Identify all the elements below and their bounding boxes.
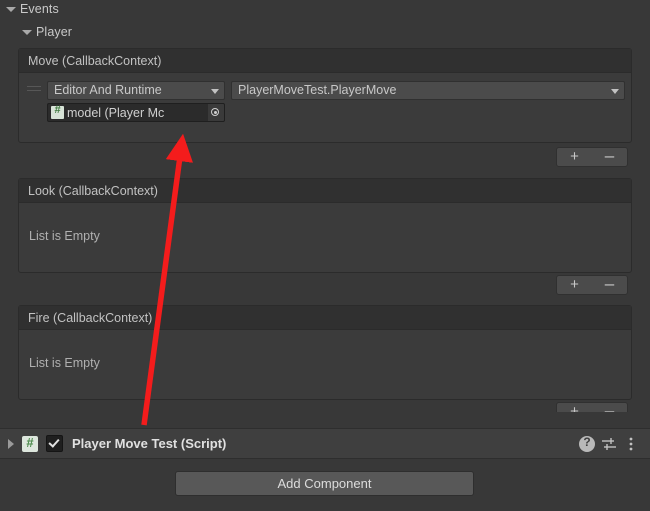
- callback-mode-value: Editor And Runtime: [54, 83, 162, 97]
- help-icon[interactable]: [576, 433, 598, 455]
- event-body-move: Editor And Runtime PlayerMoveTest.Player…: [19, 73, 631, 131]
- player-foldout[interactable]: Player: [20, 23, 72, 41]
- component-header-player-move-test[interactable]: Player Move Test (Script): [0, 428, 650, 459]
- list-buttons-move: + –: [556, 147, 628, 167]
- empty-list-message: List is Empty: [29, 229, 100, 243]
- script-icon: [22, 435, 38, 452]
- panel-clip-mask: [0, 412, 650, 428]
- object-reference-field[interactable]: model (Player Mc: [47, 103, 225, 122]
- object-reference-value: model (Player Mc: [67, 105, 165, 120]
- add-entry-button[interactable]: +: [557, 148, 592, 166]
- callback-method-value: PlayerMoveTest.PlayerMove: [238, 83, 397, 97]
- add-component-button[interactable]: Add Component: [175, 471, 474, 496]
- event-title-fire: Fire (CallbackContext): [19, 306, 631, 330]
- events-foldout[interactable]: Events: [4, 0, 59, 18]
- add-entry-button[interactable]: +: [557, 276, 592, 294]
- drag-handle-icon[interactable]: [27, 86, 41, 93]
- event-group-move: Move (CallbackContext) Editor And Runtim…: [18, 48, 632, 143]
- event-entry-row: Editor And Runtime PlayerMoveTest.Player…: [19, 73, 631, 131]
- chevron-down-icon: [211, 89, 219, 94]
- unity-inspector-events-panel: Events Player Move (CallbackContext) Edi…: [0, 0, 650, 511]
- list-buttons-look: + –: [556, 275, 628, 295]
- object-picker-icon[interactable]: [208, 104, 224, 121]
- component-enabled-checkbox[interactable]: [46, 435, 63, 452]
- kebab-menu-icon[interactable]: [620, 433, 642, 455]
- events-label: Events: [20, 2, 59, 16]
- chevron-right-icon[interactable]: [8, 438, 14, 449]
- chevron-down-icon[interactable]: [20, 26, 33, 39]
- callback-mode-dropdown[interactable]: Editor And Runtime: [47, 81, 225, 100]
- empty-list-message: List is Empty: [29, 356, 100, 370]
- remove-entry-button[interactable]: –: [592, 275, 627, 294]
- chevron-down-icon: [611, 89, 619, 94]
- event-group-look: Look (CallbackContext) List is Empty: [18, 178, 632, 273]
- component-title: Player Move Test (Script): [72, 436, 227, 451]
- event-title-look: Look (CallbackContext): [19, 179, 631, 203]
- event-title-move: Move (CallbackContext): [19, 49, 631, 73]
- player-label: Player: [36, 25, 73, 39]
- chevron-down-icon[interactable]: [4, 3, 17, 16]
- remove-entry-button[interactable]: –: [592, 147, 627, 166]
- script-icon: [51, 104, 64, 119]
- callback-method-dropdown[interactable]: PlayerMoveTest.PlayerMove: [231, 81, 625, 100]
- preset-icon[interactable]: [598, 433, 620, 455]
- event-group-fire: Fire (CallbackContext) List is Empty: [18, 305, 632, 400]
